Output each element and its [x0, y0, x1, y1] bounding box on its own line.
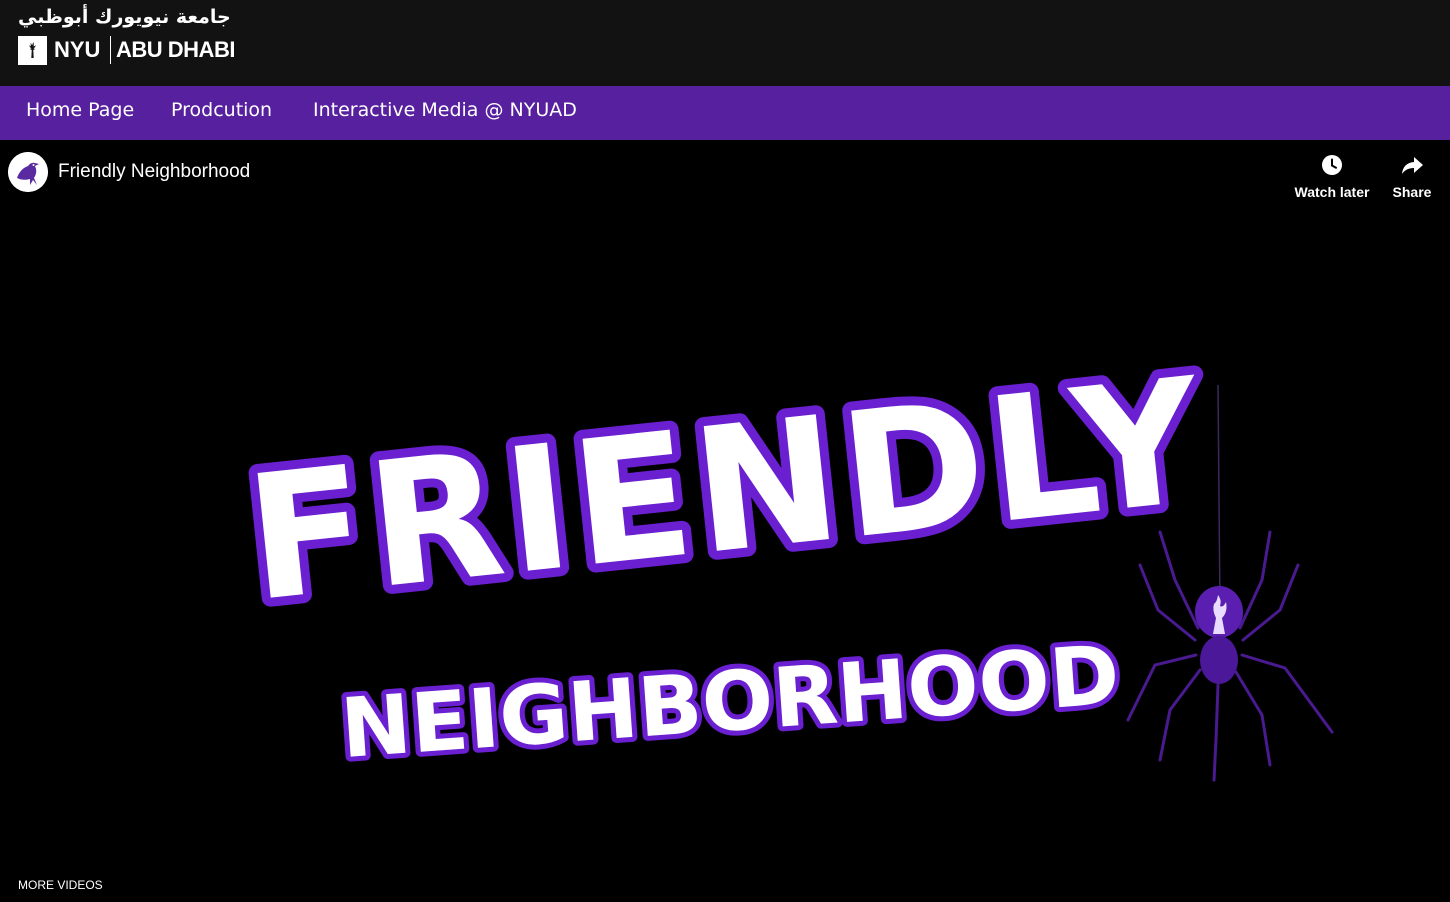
site-header: جامعة نيويورك أبوظبي NYU ABU DHABI	[0, 0, 1450, 86]
logo-abu-dhabi-text: ABU DHABI	[116, 37, 235, 62]
logo-divider	[110, 36, 111, 64]
more-videos-button[interactable]: MORE VIDEOS	[18, 878, 103, 892]
share-arrow-icon	[1402, 157, 1423, 174]
watch-later-label: Watch later	[1294, 184, 1370, 200]
raven-icon	[8, 152, 48, 192]
main-nav: Home Page Prodcution Interactive Media @…	[0, 86, 1450, 140]
channel-avatar[interactable]	[8, 152, 48, 192]
video-player[interactable]: FRIENDLY NEIGHBORHOOD Friendly Neighborh…	[0, 140, 1450, 902]
clock-icon	[1322, 155, 1342, 175]
logo-nyu-text: NYU	[54, 37, 101, 62]
nav-item-home-page[interactable]: Home Page	[26, 98, 134, 122]
watch-later-button[interactable]: Watch later	[1292, 150, 1372, 202]
torch-icon	[18, 36, 47, 65]
share-label: Share	[1392, 184, 1432, 200]
nav-item-interactive-media[interactable]: Interactive Media @ NYUAD	[313, 98, 577, 122]
video-title[interactable]: Friendly Neighborhood	[58, 160, 250, 184]
video-thumbnail[interactable]: FRIENDLY NEIGHBORHOOD	[0, 140, 1450, 902]
nyuad-logo[interactable]: جامعة نيويورك أبوظبي NYU ABU DHABI	[18, 6, 248, 66]
logo-arabic-text: جامعة نيويورك أبوظبي	[18, 6, 231, 28]
nav-item-production[interactable]: Prodcution	[171, 98, 272, 122]
share-button[interactable]: Share	[1372, 150, 1450, 202]
